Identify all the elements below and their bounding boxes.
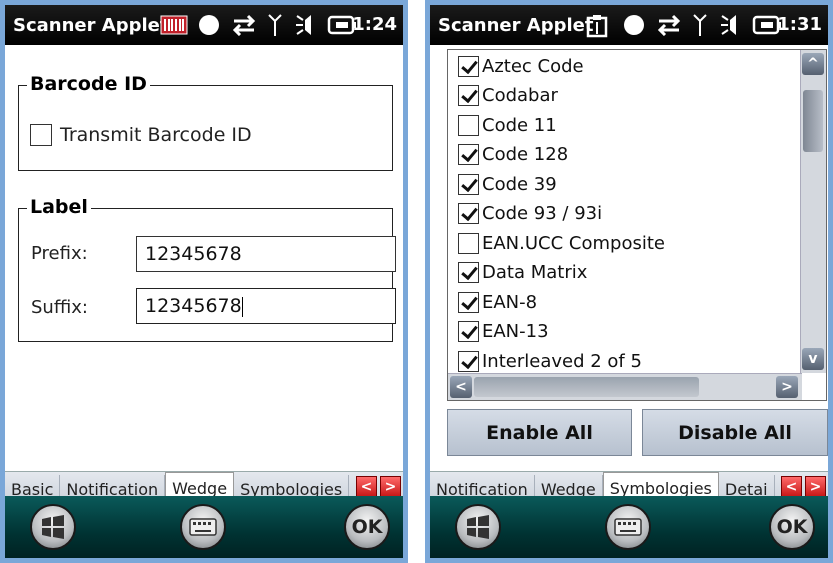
app-title: Scanner Applet [13,14,169,36]
symbology-item[interactable]: Code 93 / 93i [458,200,602,228]
keyboard-button[interactable] [605,504,651,550]
symbology-label: Interleaved 2 of 5 [482,350,642,372]
disable-all-button[interactable]: Disable All [642,409,828,456]
checkbox-box[interactable] [458,262,479,283]
checkbox-box[interactable] [458,321,479,342]
symbology-label: EAN-13 [482,321,549,342]
checkbox-box[interactable] [458,144,479,165]
clock: 1:24 [352,14,397,35]
symbology-item[interactable]: EAN.UCC Composite [458,229,665,257]
speaker-icon [720,14,748,41]
barcode-icon [160,14,188,41]
label-group: Label Prefix: 12345678 Suffix: 12345678 [18,196,396,342]
speaker-icon [295,14,323,41]
symbology-item[interactable]: Aztec Code [458,52,584,80]
symbology-list: Aztec Code Codabar Code 11 Code 128 Code 39 C… [447,49,827,401]
suffix-label: Suffix: [31,297,88,318]
group-title: Barcode ID [27,73,150,95]
checkbox-label: Transmit Barcode ID [60,124,252,146]
symbology-label: Aztec Code [482,55,584,77]
clock: 1:31 [777,14,822,35]
bottom-bar: OK [5,496,403,558]
tab-scroll-arrows: < > [781,476,826,498]
circle-icon [623,14,645,41]
status-bar: Scanner Applet 1:31 [430,5,828,45]
scroll-right-icon[interactable]: > [776,376,798,398]
tab-scroll-right-icon[interactable]: > [380,476,401,498]
group-title: Label [27,196,91,218]
keyboard-button[interactable] [180,504,226,550]
prefix-input[interactable]: 12345678 [136,236,396,272]
symbology-label: Code 11 [482,114,557,136]
checkbox-box[interactable] [458,291,479,313]
sync-arrows-icon [231,14,257,41]
text-cursor [241,296,243,317]
barcode-id-group: Barcode ID Transmit Barcode ID [18,73,393,171]
checkbox-box[interactable] [458,114,479,136]
vertical-scrollbar[interactable]: ^ v [800,50,826,373]
scroll-left-icon[interactable]: < [450,376,472,398]
symbology-item[interactable]: EAN-13 [458,318,549,346]
symbology-item[interactable]: Code 128 [458,141,568,169]
symbology-item[interactable]: Code 11 [458,111,557,139]
checkbox-box[interactable] [458,203,479,224]
start-button[interactable] [30,504,76,550]
suffix-input[interactable]: 12345678 [136,288,396,324]
windows-start-icon [42,515,64,539]
symbology-label: EAN-8 [482,291,538,313]
ok-button[interactable]: OK [769,504,815,550]
suffix-value: 12345678 [145,295,242,317]
app-title: Scanner Applet [438,14,594,36]
circle-icon [198,14,220,41]
symbology-item[interactable]: Codabar [458,82,558,110]
clipboard-icon [585,14,609,43]
scroll-up-icon[interactable]: ^ [802,53,824,75]
transmit-barcode-id-checkbox[interactable]: Transmit Barcode ID [30,124,252,146]
antenna-icon [267,14,283,43]
start-button[interactable] [455,504,501,550]
tab-scroll-arrows: < > [356,476,401,498]
sync-arrows-icon [656,14,682,41]
horizontal-scrollbar[interactable]: < > [448,373,802,400]
right-screen: Scanner Applet 1:31 Aztec Code Codabar Cod… [425,0,833,563]
ok-button[interactable]: OK [344,504,390,550]
checkbox-box[interactable] [30,124,52,146]
symbology-label: EAN.UCC Composite [482,232,665,254]
enable-all-button[interactable]: Enable All [447,409,632,456]
checkbox-box[interactable] [458,173,479,195]
checkbox-box[interactable] [458,55,479,77]
scroll-thumb[interactable] [803,90,823,152]
symbology-label: Data Matrix [482,262,588,283]
symbology-item[interactable]: Data Matrix [458,259,587,287]
symbology-item[interactable]: Code 39 [458,170,557,198]
scroll-down-icon[interactable]: v [802,348,824,370]
symbology-label: Code 93 / 93i [482,203,603,224]
symbology-item[interactable]: Interleaved 2 of 5 [458,347,642,375]
checkbox-box[interactable] [458,350,479,372]
left-screen: Scanner Applet 1:24 Barcode ID Transmit … [0,0,408,563]
status-bar: Scanner Applet 1:24 [5,5,403,45]
tab-scroll-left-icon[interactable]: < [356,476,377,498]
windows-start-icon [467,515,489,539]
keyboard-icon [189,518,217,536]
keyboard-icon [614,518,642,536]
antenna-icon [692,14,708,43]
checkbox-box[interactable] [458,85,479,106]
prefix-label: Prefix: [31,243,88,264]
tab-scroll-left-icon[interactable]: < [781,476,802,498]
tab-scroll-right-icon[interactable]: > [805,476,826,498]
symbology-label: Code 39 [482,173,557,195]
symbology-label: Codabar [482,85,558,106]
bottom-bar: OK [430,496,828,558]
symbology-label: Code 128 [482,144,569,165]
scroll-thumb[interactable] [474,377,699,397]
symbology-item[interactable]: EAN-8 [458,288,537,316]
checkbox-box[interactable] [458,232,479,254]
